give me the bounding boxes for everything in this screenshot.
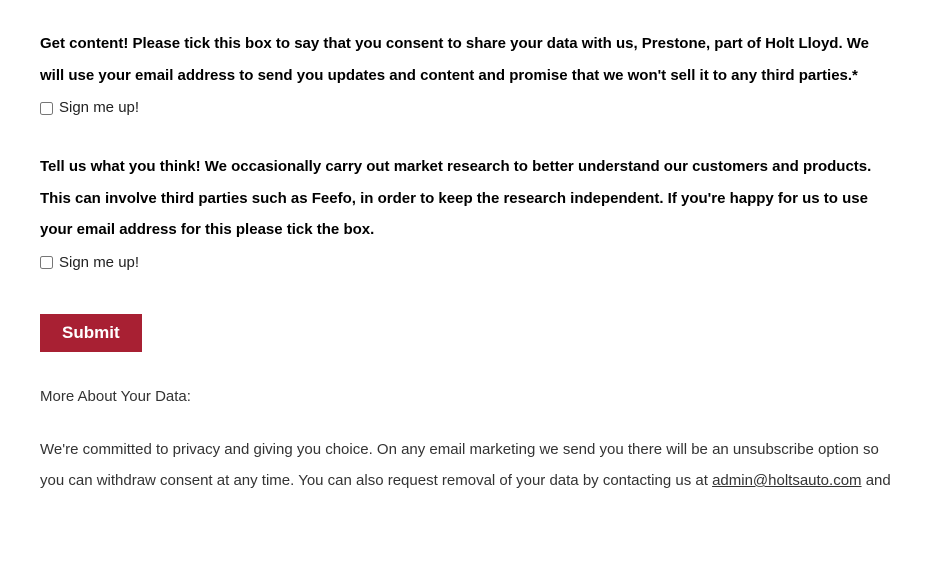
more-about-body: We're committed to privacy and giving yo… — [40, 434, 896, 497]
consent-block-research: Tell us what you think! We occasionally … — [40, 151, 896, 278]
consent-content-checkbox-label: Sign me up! — [59, 93, 139, 123]
more-body-after: and — [862, 472, 891, 489]
more-about-title: More About Your Data: — [40, 382, 896, 412]
consent-content-checkbox-row: Sign me up! — [40, 93, 896, 123]
submit-button[interactable]: Submit — [40, 314, 142, 352]
consent-research-checkbox-row: Sign me up! — [40, 248, 896, 278]
consent-research-checkbox-label: Sign me up! — [59, 248, 139, 278]
consent-content-checkbox[interactable] — [40, 102, 53, 115]
consent-content-text: Get content! Please tick this box to say… — [40, 28, 896, 91]
consent-research-checkbox[interactable] — [40, 256, 53, 269]
consent-block-content: Get content! Please tick this box to say… — [40, 28, 896, 123]
consent-research-text: Tell us what you think! We occasionally … — [40, 151, 896, 246]
admin-email-link[interactable]: admin@holtsauto.com — [712, 472, 861, 489]
